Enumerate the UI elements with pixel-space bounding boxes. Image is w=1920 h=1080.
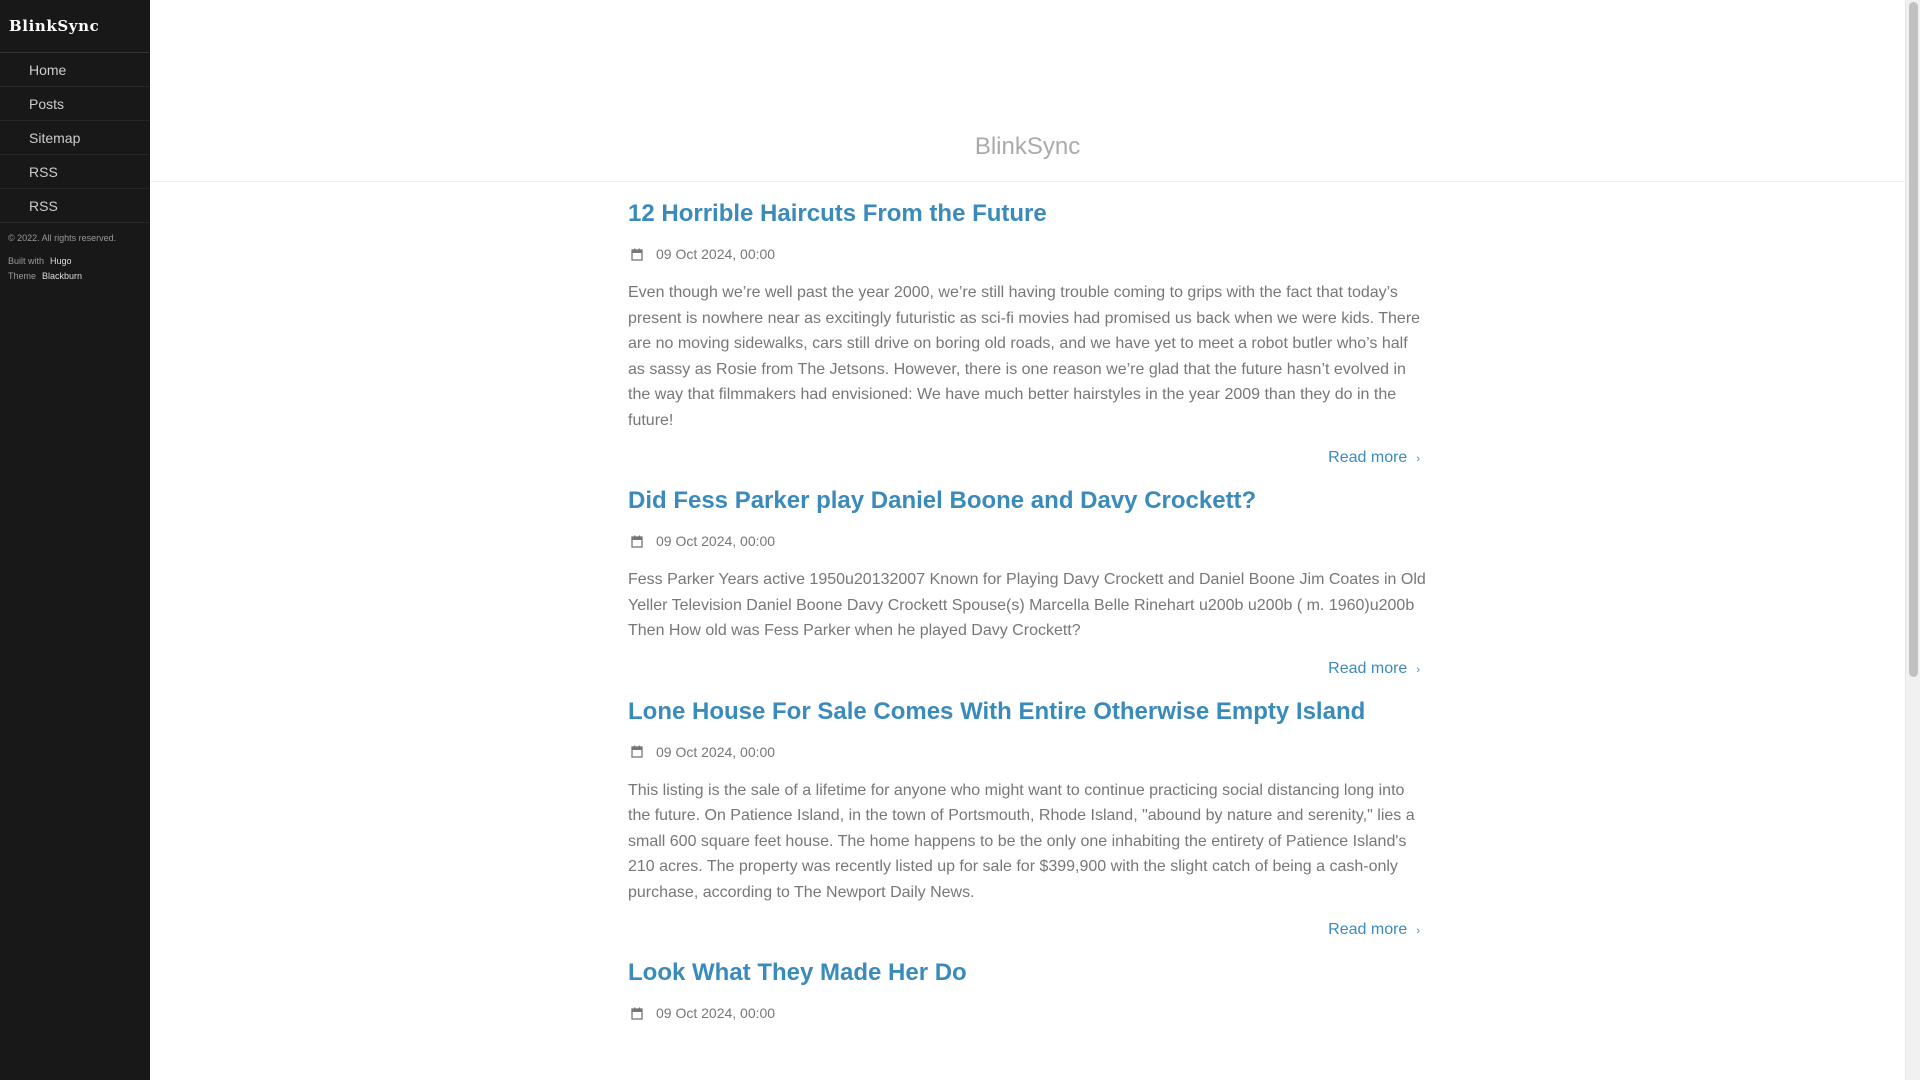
post-date: 09 Oct 2024, 00:00 bbox=[656, 743, 776, 760]
list-icon bbox=[12, 98, 21, 110]
arrow-right-icon: › bbox=[1416, 453, 1420, 465]
post-summary: Even though we’re well past the year 200… bbox=[628, 284, 1421, 429]
sidebar-item-home[interactable]: Home bbox=[0, 53, 150, 87]
theme-line: Theme Blackburn bbox=[8, 269, 142, 284]
read-more-label: Read more bbox=[1328, 921, 1408, 938]
sidebar-nav: Home Posts Sitemap RSS RSS bbox=[0, 53, 150, 223]
sitemap-icon bbox=[12, 132, 21, 144]
home-icon bbox=[12, 64, 21, 76]
sidebar-footer: © 2022. All rights reserved. Built with H… bbox=[0, 223, 150, 284]
calendar-icon bbox=[631, 248, 643, 261]
post-title-link[interactable]: Look What They Made Her Do bbox=[628, 958, 1428, 988]
copyright-text: © 2022. All rights reserved. bbox=[8, 233, 117, 243]
sidebar-item-label: RSS bbox=[29, 197, 58, 214]
post-summary: This listing is the sale of a lifetime f… bbox=[628, 781, 1415, 901]
read-more-container: Read more › bbox=[628, 660, 1428, 680]
built-with-line: Built with Hugo bbox=[8, 254, 142, 269]
site-title: BlinkSync bbox=[974, 133, 1081, 160]
scrollbar-thumb[interactable] bbox=[1909, 2, 1918, 677]
sidebar: BlinkSync Home Posts Sitemap RSS RSS © 2… bbox=[0, 0, 150, 1080]
read-more-label: Read more bbox=[1328, 449, 1408, 466]
sidebar-item-label: Posts bbox=[29, 95, 65, 112]
sidebar-item-label: RSS bbox=[29, 163, 58, 180]
post-title-link[interactable]: Did Fess Parker play Daniel Boone and Da… bbox=[628, 486, 1428, 516]
post-meta: 09 Oct 2024, 00:00 bbox=[628, 533, 1428, 549]
arrow-right-icon: › bbox=[1416, 663, 1420, 676]
sidebar-item-sitemap[interactable]: Sitemap bbox=[0, 121, 150, 155]
arrow-right-icon: › bbox=[1416, 925, 1420, 937]
calendar-icon bbox=[631, 1007, 643, 1020]
sidebar-item-label: Home bbox=[29, 61, 67, 78]
post-list: 12 Horrible Haircuts From the Future 09 … bbox=[628, 182, 1428, 1021]
page-scrollbar[interactable] bbox=[1905, 0, 1920, 1080]
post-title-link[interactable]: Lone House For Sale Comes With Entire Ot… bbox=[628, 697, 1428, 727]
post-date: 09 Oct 2024, 00:00 bbox=[656, 533, 776, 549]
read-more-link[interactable]: Read more › bbox=[1328, 449, 1420, 466]
post-item: Lone House For Sale Comes With Entire Ot… bbox=[628, 697, 1428, 942]
rss-icon bbox=[12, 200, 21, 212]
post-meta: 09 Oct 2024, 00:00 bbox=[628, 246, 1428, 262]
read-more-container: Read more › bbox=[628, 921, 1428, 941]
post-meta: 09 Oct 2024, 00:00 bbox=[628, 1005, 1428, 1021]
post-date: 09 Oct 2024, 00:00 bbox=[656, 246, 776, 262]
read-more-container: Read more › bbox=[628, 449, 1428, 469]
theme-label: Theme bbox=[8, 271, 37, 281]
post-title-link[interactable]: 12 Horrible Haircuts From the Future bbox=[628, 199, 1428, 229]
read-more-label: Read more bbox=[1328, 659, 1408, 677]
read-more-link[interactable]: Read more › bbox=[1328, 921, 1420, 938]
hugo-link[interactable]: Hugo bbox=[50, 256, 72, 266]
calendar-icon bbox=[631, 745, 643, 758]
sidebar-item-rss-2[interactable]: RSS bbox=[0, 189, 150, 223]
page-header: BlinkSync bbox=[150, 0, 1905, 182]
post-item: 12 Horrible Haircuts From the Future 09 … bbox=[628, 199, 1428, 469]
read-more-link[interactable]: Read more › bbox=[1328, 660, 1420, 677]
post-meta: 09 Oct 2024, 00:00 bbox=[628, 744, 1428, 760]
sidebar-brand[interactable]: BlinkSync bbox=[0, 0, 150, 53]
sidebar-item-posts[interactable]: Posts bbox=[0, 87, 150, 121]
sidebar-item-rss[interactable]: RSS bbox=[0, 155, 150, 189]
built-with-label: Built with bbox=[8, 256, 45, 266]
post-item: Did Fess Parker play Daniel Boone and Da… bbox=[628, 486, 1428, 680]
rss-icon bbox=[12, 166, 21, 178]
post-item: Look What They Made Her Do 09 Oct 2024, … bbox=[628, 958, 1428, 1021]
post-summary: Fess Parker Years active 1950u20132007 K… bbox=[628, 571, 1426, 639]
post-date: 09 Oct 2024, 00:00 bbox=[656, 1005, 776, 1021]
calendar-icon bbox=[631, 535, 643, 548]
blackburn-link[interactable]: Blackburn bbox=[42, 271, 82, 281]
sidebar-item-label: Sitemap bbox=[29, 129, 81, 146]
